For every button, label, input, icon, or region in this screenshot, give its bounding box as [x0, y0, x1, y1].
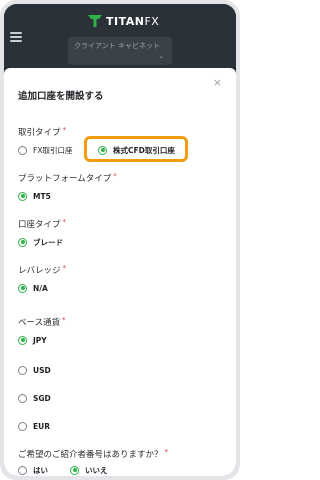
option-label: SGD [33, 393, 51, 403]
option-label: はい [33, 465, 48, 475]
radio-usd[interactable]: USD [18, 364, 51, 376]
platform-label: プラットフォームタイプ * [18, 172, 117, 184]
logo-text: TITAN [106, 14, 145, 28]
client-cabinet-tab[interactable]: クライアント キャビネット ⌄ [68, 37, 172, 65]
device-frame: TITANFX クライアント キャビネット ⌄ × 追加口座を開設する 取引タイ… [0, 0, 240, 480]
radio-referral-yes[interactable]: はい [18, 464, 48, 476]
option-label: いいえ [85, 465, 108, 475]
option-label: ブレード [33, 237, 63, 247]
top-bar: TITANFX クライアント キャビネット ⌄ [4, 4, 236, 68]
radio-button[interactable] [18, 421, 27, 431]
option-label: N/A [33, 283, 48, 293]
radio-button-selected[interactable] [98, 145, 107, 155]
option-label: EUR [33, 421, 50, 431]
close-icon[interactable]: × [213, 76, 222, 89]
radio-eur[interactable]: EUR [18, 420, 50, 432]
option-label: 株式CFD取引口座 [113, 145, 175, 155]
screen: TITANFX クライアント キャビネット ⌄ × 追加口座を開設する 取引タイ… [4, 4, 236, 476]
radio-blade[interactable]: ブレード [18, 236, 63, 248]
currency-label: ベース通貨 * [18, 316, 66, 328]
radio-sgd[interactable]: SGD [18, 392, 51, 404]
radio-button-selected[interactable] [18, 283, 27, 293]
radio-jpy[interactable]: JPY [18, 334, 47, 346]
acct-kind-label: 口座タイプ * [18, 218, 67, 230]
radio-fx-account[interactable]: FX取引口座 [18, 144, 72, 156]
menu-icon[interactable] [10, 32, 22, 42]
radio-button[interactable] [18, 465, 27, 475]
client-cabinet-label: クライアント キャビネット [74, 42, 160, 50]
radio-button-selected[interactable] [70, 465, 79, 475]
radio-button-selected[interactable] [18, 335, 27, 345]
referral-label: ご希望のご紹介者番号はありますか？ * [18, 448, 169, 460]
add-account-modal: × 追加口座を開設する 取引タイプ * FX取引口座 株式CFD取引口座 プラット… [4, 68, 236, 476]
radio-button[interactable] [18, 365, 27, 375]
option-label: USD [33, 365, 51, 375]
logo-suffix: FX [144, 14, 160, 28]
radio-button[interactable] [18, 393, 27, 403]
account-type-label: 取引タイプ * [18, 126, 67, 138]
option-label: FX取引口座 [33, 145, 73, 155]
leverage-label: レバレッジ * [18, 264, 67, 276]
modal-title: 追加口座を開設する [18, 91, 104, 102]
radio-referral-no[interactable]: いいえ [70, 464, 108, 476]
radio-button[interactable] [18, 145, 27, 155]
option-label: JPY [33, 335, 47, 345]
option-label: MT5 [33, 191, 51, 201]
radio-mt5[interactable]: MT5 [18, 190, 51, 202]
radio-leverage-na[interactable]: N/A [18, 282, 48, 294]
chevron-down-icon: ⌄ [158, 52, 164, 60]
radio-button-selected[interactable] [18, 191, 27, 201]
radio-cfd-account[interactable]: 株式CFD取引口座 [98, 144, 175, 156]
radio-button-selected[interactable] [18, 237, 27, 247]
titan-logo-icon [88, 15, 102, 27]
brand-logo: TITANFX [88, 14, 159, 28]
